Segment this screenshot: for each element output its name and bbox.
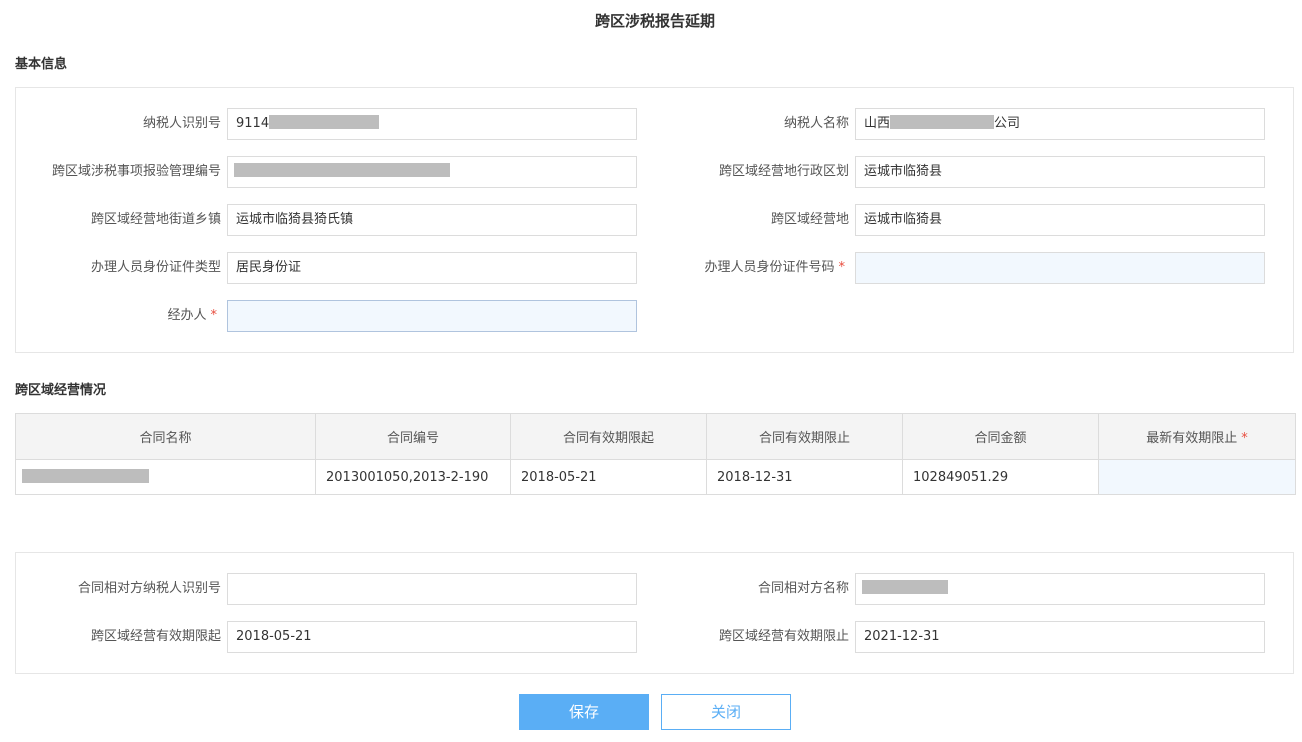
taxpayer-name-prefix: 山西 [864, 116, 891, 131]
id-type-label: 办理人员身份证件类型 [90, 260, 221, 275]
business-table: 合同名称 合同编号 合同有效期限起 合同有效期限止 合同金额 最新有效期限止 * … [15, 413, 1296, 495]
redacted-block [862, 580, 948, 594]
contract-amount-cell: 102849051.29 [902, 459, 1099, 495]
contract-number-cell: 2013001050,2013-2-190 [315, 459, 511, 495]
new-end-date-input[interactable] [1098, 459, 1296, 495]
id-type-field[interactable]: 居民身份证 [227, 252, 637, 284]
column-header-new-end-date: 最新有效期限止 * [1098, 413, 1296, 460]
id-number-label: 办理人员身份证件号码 * [704, 260, 846, 275]
counterparty-id-label: 合同相对方纳税人识别号 [77, 581, 221, 596]
column-header-end-date: 合同有效期限止 [706, 413, 903, 460]
taxpayer-id-value: 9114 [236, 116, 270, 131]
taxpayer-name-field[interactable]: 山西 公司 [855, 108, 1265, 140]
page-title: 跨区涉税报告延期 [594, 12, 715, 30]
required-mark: * [1241, 431, 1248, 446]
admin-division-label: 跨区域经营地行政区划 [718, 164, 849, 179]
valid-end-label: 跨区域经营有效期限止 [718, 629, 849, 644]
contract-end-cell: 2018-12-31 [706, 459, 903, 495]
redacted-block [269, 115, 380, 129]
id-number-input[interactable] [855, 252, 1265, 284]
section-title-business: 跨区域经营情况 [15, 383, 107, 398]
table-header-row: 合同名称 合同编号 合同有效期限起 合同有效期限止 合同金额 最新有效期限止 * [15, 413, 1296, 460]
basic-info-panel: 纳税人识别号 9114 纳税人名称 山西 公司 跨区域涉税事项报验管理编号 跨区域… [15, 87, 1294, 353]
business-location-label: 跨区域经营地 [770, 212, 849, 227]
valid-start-label: 跨区域经营有效期限起 [90, 629, 221, 644]
close-button[interactable]: 关闭 [661, 694, 791, 730]
valid-start-field[interactable]: 2018-05-21 [227, 621, 637, 653]
counterparty-id-field[interactable] [227, 573, 637, 605]
column-header-contract-name: 合同名称 [15, 413, 316, 460]
table-row[interactable]: 2013001050,2013-2-190 2018-05-21 2018-12… [15, 459, 1296, 495]
redacted-block [890, 115, 995, 129]
handler-input[interactable] [227, 300, 637, 332]
contract-detail-panel: 合同相对方纳税人识别号 合同相对方名称 跨区域经营有效期限起 2018-05-2… [15, 552, 1294, 674]
required-mark: * [838, 260, 846, 275]
business-location-field[interactable]: 运城市临猗县 [855, 204, 1265, 236]
section-title-basic-info: 基本信息 [15, 57, 68, 72]
taxpayer-id-field[interactable]: 9114 [227, 108, 637, 140]
counterparty-name-field[interactable] [855, 573, 1265, 605]
taxpayer-name-label: 纳税人名称 [783, 116, 849, 131]
handler-label: 经办人 * [167, 308, 218, 323]
taxpayer-id-label: 纳税人识别号 [142, 116, 221, 131]
street-town-field[interactable]: 运城市临猗县猗氏镇 [227, 204, 637, 236]
contract-name-cell [15, 459, 316, 495]
report-number-label: 跨区域涉税事项报验管理编号 [51, 164, 221, 179]
column-header-start-date: 合同有效期限起 [510, 413, 707, 460]
street-town-label: 跨区域经营地街道乡镇 [90, 212, 221, 227]
required-mark: * [210, 308, 218, 323]
save-button[interactable]: 保存 [519, 694, 649, 730]
admin-division-field[interactable]: 运城市临猗县 [855, 156, 1265, 188]
redacted-block [234, 163, 450, 177]
taxpayer-name-suffix: 公司 [994, 116, 1021, 131]
report-number-field[interactable] [227, 156, 637, 188]
column-header-amount: 合同金额 [902, 413, 1099, 460]
redacted-block [22, 468, 149, 483]
contract-start-cell: 2018-05-21 [510, 459, 707, 495]
valid-end-field[interactable]: 2021-12-31 [855, 621, 1265, 653]
counterparty-name-label: 合同相对方名称 [757, 581, 849, 596]
column-header-contract-number: 合同编号 [315, 413, 511, 460]
